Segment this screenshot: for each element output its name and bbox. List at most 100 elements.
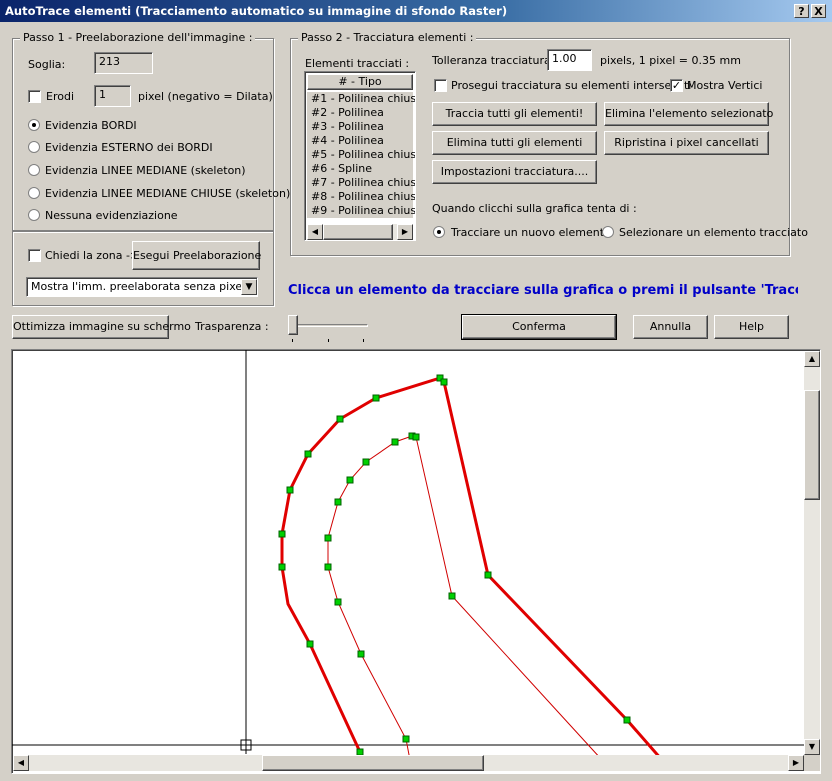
tolerance-label: Tolleranza tracciatura (432, 54, 551, 67)
vertex-marker (334, 498, 342, 506)
threshold-input[interactable]: 213 (94, 52, 153, 74)
run-preprocessing-button[interactable]: Esegui Preelaborazione (132, 241, 261, 270)
crosshair-cursor-icon (237, 736, 255, 754)
trace-settings-button[interactable]: Impostazioni tracciatura.... (432, 160, 597, 184)
transparency-slider[interactable] (288, 312, 370, 344)
scroll-up-icon[interactable]: ▲ (804, 351, 820, 367)
radio-skeleton-label: Evidenzia LINEE MEDIANE (skeleton) (45, 164, 246, 177)
list-item[interactable]: #5 - Polilinea chiusa (307, 148, 415, 162)
cancel-button[interactable]: Annulla (633, 315, 708, 339)
list-item[interactable]: #3 - Polilinea (307, 120, 413, 134)
erode-unit: pixel (negativo = Dilata) (138, 90, 273, 103)
vertex-marker (357, 650, 365, 658)
continue-trace-checkbox[interactable] (434, 79, 447, 92)
vertex-marker (304, 450, 312, 458)
vertex-marker (278, 563, 286, 571)
vertex-marker (484, 571, 492, 579)
radio-select-traced-label: Selezionare un elemento tracciato (619, 226, 808, 239)
ask-zone-label: Chiedi la zona -> (45, 249, 140, 262)
tolerance-unit: pixels, 1 pixel = 0.35 mm (600, 54, 741, 67)
hint-text: Clicca un elemento da tracciare sulla gr… (288, 283, 798, 298)
display-select-value: Mostra l'imm. preelaborata senza pixel t… (31, 280, 257, 293)
vertex-marker (346, 476, 354, 484)
vertex-marker (286, 486, 294, 494)
vertex-marker (336, 415, 344, 423)
radio-edges[interactable] (28, 119, 40, 131)
window-title: AutoTrace elementi (Tracciamento automat… (5, 4, 508, 18)
erode-input[interactable]: 1 (94, 85, 131, 107)
slider-tick (328, 339, 329, 342)
vertex-marker (440, 378, 448, 386)
continue-trace-label: Prosegui tracciatura su elementi interse… (451, 79, 692, 92)
erode-checkbox[interactable] (28, 90, 41, 103)
scroll-corner (804, 755, 820, 771)
vertex-marker (334, 598, 342, 606)
step2-title: Passo 2 - Tracciatura elementi : (298, 31, 477, 44)
vertex-marker (412, 433, 420, 441)
radio-trace-new-label: Tracciare un nuovo elemento (451, 226, 611, 239)
trace-outer-right[interactable] (438, 376, 664, 761)
canvas-vscroll-thumb[interactable] (804, 390, 820, 500)
radio-none[interactable] (28, 209, 40, 221)
slider-thumb[interactable] (288, 315, 298, 335)
list-item[interactable]: #7 - Polilinea chiusa (307, 176, 415, 190)
show-vertices-checkbox[interactable]: ✓ (670, 79, 683, 92)
step1-title: Passo 1 - Preelaborazione dell'immagine … (20, 31, 256, 44)
scroll-left-icon[interactable]: ◀ (307, 224, 323, 240)
scroll-left-icon[interactable]: ◀ (13, 755, 29, 771)
close-title-button[interactable]: X (811, 4, 826, 18)
radio-closed-skeleton-label: Evidenzia LINEE MEDIANE CHIUSE (skeleton… (45, 187, 291, 200)
trace-all-button[interactable]: Traccia tutti gli elementi! (432, 102, 597, 126)
vertex-marker (306, 640, 314, 648)
list-item[interactable]: #9 - Polilinea chiusa (307, 204, 415, 218)
click-action-label: Quando clicchi sulla grafica tenta di : (432, 202, 637, 215)
radio-trace-new[interactable] (433, 226, 445, 238)
erode-label: Erodi (46, 90, 74, 103)
vertex-marker (391, 438, 399, 446)
scroll-right-icon[interactable]: ▶ (788, 755, 804, 771)
radio-edges-label: Evidenzia BORDI (45, 119, 137, 132)
radio-skeleton[interactable] (28, 164, 40, 176)
scroll-right-icon[interactable]: ▶ (397, 224, 413, 240)
list-scroll-thumb[interactable] (323, 224, 393, 240)
list-item[interactable]: #1 - Polilinea chiusa (307, 92, 415, 106)
slider-track (290, 324, 368, 327)
vertex-marker (324, 534, 332, 542)
vertex-marker (402, 735, 410, 743)
radio-outer-edges[interactable] (28, 141, 40, 153)
slider-tick (363, 339, 364, 342)
radio-closed-skeleton[interactable] (28, 187, 40, 199)
list-item[interactable]: #4 - Polilinea (307, 134, 413, 148)
vertex-marker (448, 592, 456, 600)
list-item[interactable]: #2 - Polilinea (307, 106, 413, 120)
radio-outer-edges-label: Evidenzia ESTERNO dei BORDI (45, 141, 213, 154)
list-title: Elementi tracciati : (305, 57, 410, 70)
canvas-hscroll-thumb[interactable] (262, 755, 484, 771)
radio-select-traced[interactable] (602, 226, 614, 238)
trace-drawing[interactable] (12, 350, 820, 773)
vertex-marker (278, 530, 286, 538)
elements-list[interactable]: # - Tipo #1 - Polilinea chiusa #2 - Poli… (304, 71, 416, 241)
confirm-button[interactable]: Conferma (461, 314, 617, 340)
slider-tick (292, 339, 293, 342)
chevron-down-icon[interactable]: ▼ (241, 279, 257, 295)
show-vertices-label: Mostra Vertici (687, 79, 763, 92)
radio-none-label: Nessuna evidenziazione (45, 209, 178, 222)
restore-pixels-button[interactable]: Ripristina i pixel cancellati (604, 131, 769, 155)
help-button[interactable]: Help (714, 315, 789, 339)
optimize-image-button[interactable]: Ottimizza immagine su schermo (12, 315, 191, 339)
delete-all-button[interactable]: Elimina tutti gli elementi (432, 131, 597, 155)
list-item[interactable]: #6 - Spline (307, 162, 413, 176)
scroll-down-icon[interactable]: ▼ (804, 739, 820, 755)
ask-zone-checkbox[interactable] (28, 249, 41, 262)
display-select[interactable]: Mostra l'imm. preelaborata senza pixel t… (26, 277, 258, 297)
tolerance-input[interactable]: 1.00 (547, 49, 592, 71)
trace-inner-right[interactable] (411, 435, 603, 761)
list-header[interactable]: # - Tipo (307, 74, 413, 90)
help-title-button[interactable]: ? (794, 4, 809, 18)
drawing-canvas[interactable]: ▲ ▼ ◀ ▶ (11, 349, 821, 774)
list-item[interactable]: #8 - Polilinea chiusa (307, 190, 415, 204)
vertex-marker (372, 394, 380, 402)
vertex-marker (623, 716, 631, 724)
delete-selected-button[interactable]: Elimina l'elemento selezionato (604, 102, 773, 126)
